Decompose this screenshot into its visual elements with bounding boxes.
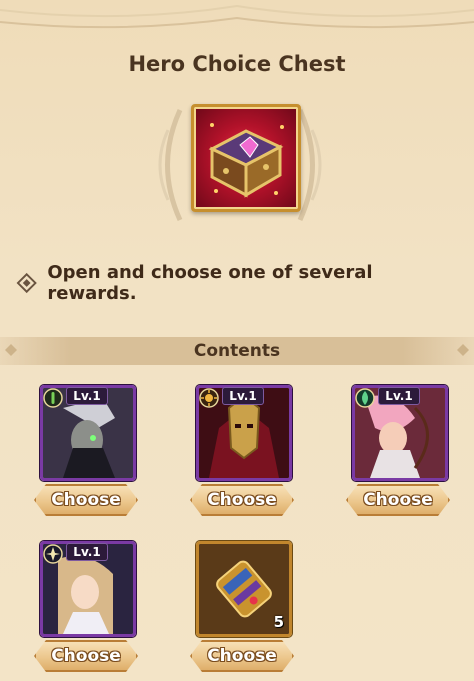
level-tag: Lv.1 — [222, 387, 264, 405]
page-title: Hero Choice Chest — [128, 52, 346, 76]
chest-display — [150, 90, 330, 240]
level-tag: Lv.1 — [66, 543, 108, 561]
hero-choice-chest-panel: Hero Choice Chest Open and choose one of… — [0, 0, 474, 681]
choose-button-2[interactable]: Choose — [190, 484, 294, 516]
diamond-bullet-icon — [16, 272, 37, 294]
description-text: Open and choose one of several rewards. — [47, 262, 373, 304]
level-tag: Lv.1 — [378, 387, 420, 405]
equipment-card[interactable]: 5 — [196, 541, 292, 637]
choose-button-3[interactable]: Choose — [346, 484, 450, 516]
hero-card-4[interactable]: Lv.1 — [40, 541, 136, 637]
faction-sun-icon — [199, 388, 219, 408]
hero-card-2[interactable]: Lv.1 — [196, 385, 292, 481]
hero-card-1[interactable]: Lv.1 — [40, 385, 136, 481]
description-row: Open and choose one of several rewards. — [16, 262, 456, 304]
hero-card-3[interactable]: Lv.1 — [352, 385, 448, 481]
choose-button-5[interactable]: Choose — [190, 640, 294, 672]
faction-leaf-icon — [355, 388, 375, 408]
item-quantity: 5 — [273, 613, 284, 631]
faction-star-icon — [43, 544, 63, 564]
contents-label: Contents — [193, 341, 281, 361]
chest-icon — [208, 123, 284, 198]
chest-item-frame[interactable] — [191, 104, 301, 212]
level-tag: Lv.1 — [66, 387, 108, 405]
choose-button-4[interactable]: Choose — [34, 640, 138, 672]
faction-green-icon — [43, 388, 63, 408]
top-ornament — [0, 4, 474, 29]
choose-button-1[interactable]: Choose — [34, 484, 138, 516]
